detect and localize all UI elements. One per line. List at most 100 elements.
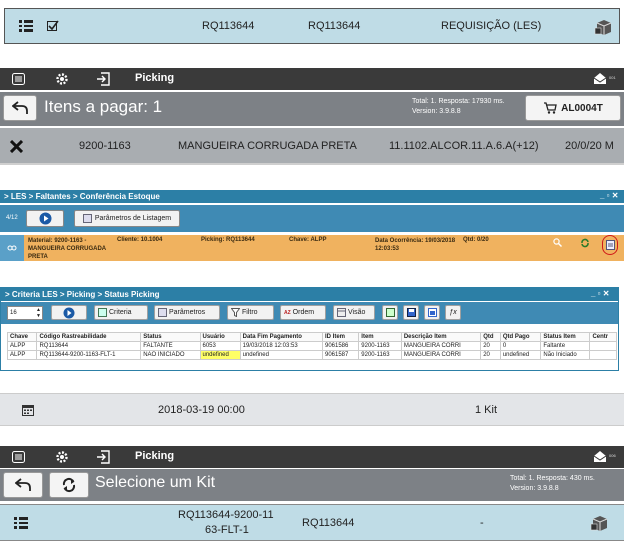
criteria-icon <box>98 308 107 317</box>
list-icon[interactable] <box>19 20 33 32</box>
table-row[interactable]: ALPP RQ113644 FALTANTE 6053 19/03/2018 12:03… <box>7 341 617 351</box>
menu-icon[interactable] <box>12 73 25 85</box>
app-header-2: Picking 006 <box>0 446 624 468</box>
list-params-button[interactable]: Parâmetros de Listagem <box>74 210 180 227</box>
occurrence-row[interactable]: Material: 9200-1163 - MANGUEIRA CORRUGAD… <box>0 235 624 261</box>
column-header[interactable]: Chave <box>7 332 38 342</box>
column-header[interactable]: Centr <box>589 332 617 342</box>
menu-icon-2[interactable] <box>12 451 25 463</box>
gear-icon[interactable] <box>55 72 69 86</box>
list-icon-2[interactable] <box>14 517 28 529</box>
package-icon[interactable] <box>594 17 614 37</box>
table-cell: MANGUEIRA CORRI <box>400 350 482 360</box>
view-icon <box>337 308 346 317</box>
requisition-row[interactable]: RQ113644 RQ113644 REQUISIÇÃO (LES) <box>4 8 620 44</box>
logout-icon[interactable] <box>96 72 110 86</box>
window-button[interactable] <box>424 305 440 320</box>
document-action-icon[interactable] <box>602 235 618 255</box>
inbox-icon[interactable] <box>593 72 607 85</box>
title-bar: Itens a pagar: 1 Total: 1. Resposta: 179… <box>0 92 624 126</box>
package-icon-2[interactable] <box>590 513 610 533</box>
table-cell: undefined <box>199 350 241 360</box>
breadcrumb: > LES > Faltantes > Conferência Estoque <box>4 192 160 201</box>
table-cell: 6053 <box>199 341 241 351</box>
kit-date-row[interactable]: 2018-03-19 00:00 1 Kit <box>0 393 624 426</box>
gear-icon-2[interactable] <box>55 450 69 464</box>
column-header[interactable]: Item <box>358 332 402 342</box>
table-cell: ALPP <box>7 350 38 360</box>
inbox-icon-2[interactable] <box>593 450 607 463</box>
kit-requisition: RQ113644 <box>302 517 355 529</box>
status-table-wrap: Chave Código Rastreabilidade Status Usuário… <box>7 332 617 366</box>
refresh-icon[interactable] <box>580 238 590 248</box>
cart-button[interactable]: AL0004T <box>525 95 621 121</box>
save-button[interactable] <box>403 305 419 320</box>
run-button[interactable] <box>51 305 87 320</box>
header-title-2: Picking <box>135 450 175 462</box>
link-icon <box>7 245 17 251</box>
kit-row[interactable]: RQ113644-9200-11 63-FLT-1 RQ113644 - <box>0 504 624 541</box>
requisition-type: REQUISIÇÃO (LES) <box>441 20 542 32</box>
refresh-button[interactable] <box>49 472 89 498</box>
occurrence-date-field: Data Ocorrência: 19/03/2018 12:03:53 <box>375 238 456 252</box>
formula-icon: ƒx <box>449 309 457 316</box>
list-params-label: Parâmetros de Listagem <box>94 215 172 222</box>
table-cell: 19/03/2018 12:03:53 <box>239 341 324 351</box>
table-cell <box>589 350 617 360</box>
view-button[interactable]: Visão <box>333 305 375 320</box>
back-button[interactable] <box>3 95 37 121</box>
export-button[interactable] <box>382 305 398 320</box>
column-header[interactable]: Descrição Item <box>400 332 482 342</box>
column-header[interactable]: Data Fim Pagamento <box>239 332 324 342</box>
total-response-2: Total: 1. Resposta: 430 ms. <box>510 475 595 482</box>
table-row[interactable]: ALPP RQ113644-9200-1163-FLT-1 NÃO INICIADO… <box>7 350 617 360</box>
status-window-controls: _ ▫ ✕ <box>591 289 610 298</box>
table-cell: NÃO INICIADO <box>140 350 201 360</box>
back-button-2[interactable] <box>3 472 43 498</box>
table-cell: ALPP <box>7 341 38 351</box>
table-cell <box>589 341 617 351</box>
column-header[interactable]: Qtd <box>480 332 501 342</box>
search-icon[interactable] <box>553 238 562 247</box>
filter-icon <box>231 308 240 317</box>
criteria-button[interactable]: Criteria <box>94 305 148 320</box>
column-header[interactable]: Código Rastreabilidade <box>36 332 142 342</box>
table-cell: 0 <box>499 341 542 351</box>
close-icon[interactable] <box>10 140 23 153</box>
table-cell: 20 <box>480 341 501 351</box>
parameters-button[interactable]: Parâmetros <box>154 305 220 320</box>
parameters-label: Parâmetros <box>169 309 206 316</box>
table-cell: Não Iniciado <box>540 350 591 360</box>
logout-icon-2[interactable] <box>96 450 110 464</box>
page-size-select[interactable]: 16 ▲ ▼ <box>7 306 43 320</box>
column-header[interactable]: ID Item <box>321 332 360 342</box>
requisition-code: RQ113644 <box>202 20 255 32</box>
play-button[interactable] <box>26 210 64 227</box>
save-icon <box>406 308 416 317</box>
order-button[interactable]: AZ Ordem <box>280 305 326 320</box>
material-field: Material: 9200-1163 - MANGUEIRA CORRUGAD… <box>28 238 106 260</box>
qty-field: Qtd: 0/20 <box>463 237 489 243</box>
column-header[interactable]: Qtd Pago <box>499 332 542 342</box>
title-bar-2: Selecione um Kit Total: 1. Resposta: 430… <box>0 469 624 501</box>
page-title-2: Selecione um Kit <box>95 474 216 491</box>
column-header[interactable]: Status <box>140 332 201 342</box>
cart-label: AL0004T <box>561 102 603 114</box>
panel-breadcrumb-bar: > LES > Faltantes > Conferência Estoque … <box>0 190 624 203</box>
status-breadcrumb-bar: > Criteria LES > Picking > Status Pickin… <box>1 288 618 301</box>
window-controls: _ ▫ ✕ <box>600 191 619 200</box>
picking-field: Picking: RQ113644 <box>201 237 255 243</box>
refresh-icon-2 <box>61 477 77 493</box>
formula-button[interactable]: ƒx <box>445 305 461 320</box>
view-label: Visão <box>348 309 366 316</box>
version-label-2: Version: 3.9.8.8 <box>510 485 559 492</box>
page-size-value: 16 <box>10 310 17 316</box>
cart-icon <box>543 102 557 114</box>
column-header[interactable]: Status Item <box>540 332 591 342</box>
column-header[interactable]: Usuário <box>199 332 241 342</box>
panel-toolbar: 4/12 Parâmetros de Listagem <box>0 205 624 232</box>
filter-button[interactable]: Filtro <box>227 305 274 320</box>
checkbox-icon[interactable] <box>47 20 59 32</box>
toolbar-value: 4/12 <box>6 215 18 221</box>
item-row[interactable]: 9200-1163 MANGUEIRA CORRUGADA PRETA 11.1… <box>0 128 624 165</box>
